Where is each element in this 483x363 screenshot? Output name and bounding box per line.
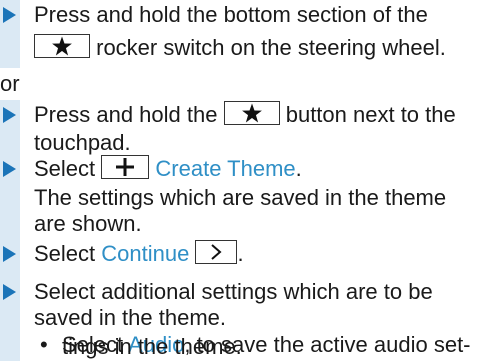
step-3-result-line-1: The settings which are saved in the them… <box>34 185 447 210</box>
star-icon <box>52 36 72 56</box>
star-key-box <box>223 101 280 125</box>
step-2-line-2: touchpad. <box>34 130 131 155</box>
continue-link[interactable]: Continue <box>101 241 189 266</box>
step-1-line-2: rocker switch on the steering wheel. <box>34 33 446 62</box>
create-theme-link[interactable]: Create Theme <box>155 156 295 181</box>
plus-icon <box>116 158 135 176</box>
chevron-right-icon <box>211 244 223 260</box>
step-1-line-1: Press and hold the bottom section of the <box>34 2 428 27</box>
step-5-line-1: Select additional settings which are to … <box>34 279 433 304</box>
step-5-line-2: saved in the theme. <box>34 305 227 330</box>
step-2: Press and hold the button next to the to… <box>0 100 483 361</box>
step-4-line-1: Select Continue . <box>34 240 244 266</box>
or-separator: or <box>0 71 20 96</box>
step-arrow-icon <box>3 246 16 262</box>
star-icon <box>241 103 262 123</box>
step-arrow-icon <box>3 284 16 300</box>
step-3-result-line-2: are shown. <box>34 211 142 236</box>
step-bar <box>0 100 20 361</box>
chevron-key-box <box>195 240 238 264</box>
star-key-box <box>34 34 90 58</box>
bullet-dot: • <box>40 332 48 357</box>
plus-key-box <box>101 155 150 179</box>
step-arrow-icon <box>3 107 16 123</box>
sub-bullet-line-2-text: tings in the theme. <box>62 334 242 359</box>
step-3-line-1: Select Create Theme. <box>34 155 302 181</box>
step-arrow-icon <box>3 161 16 177</box>
step-2-line-1: Press and hold the button next to the <box>34 101 456 127</box>
step-1: Press and hold the bottom section of the… <box>0 0 483 68</box>
step-arrow-icon <box>3 7 16 23</box>
